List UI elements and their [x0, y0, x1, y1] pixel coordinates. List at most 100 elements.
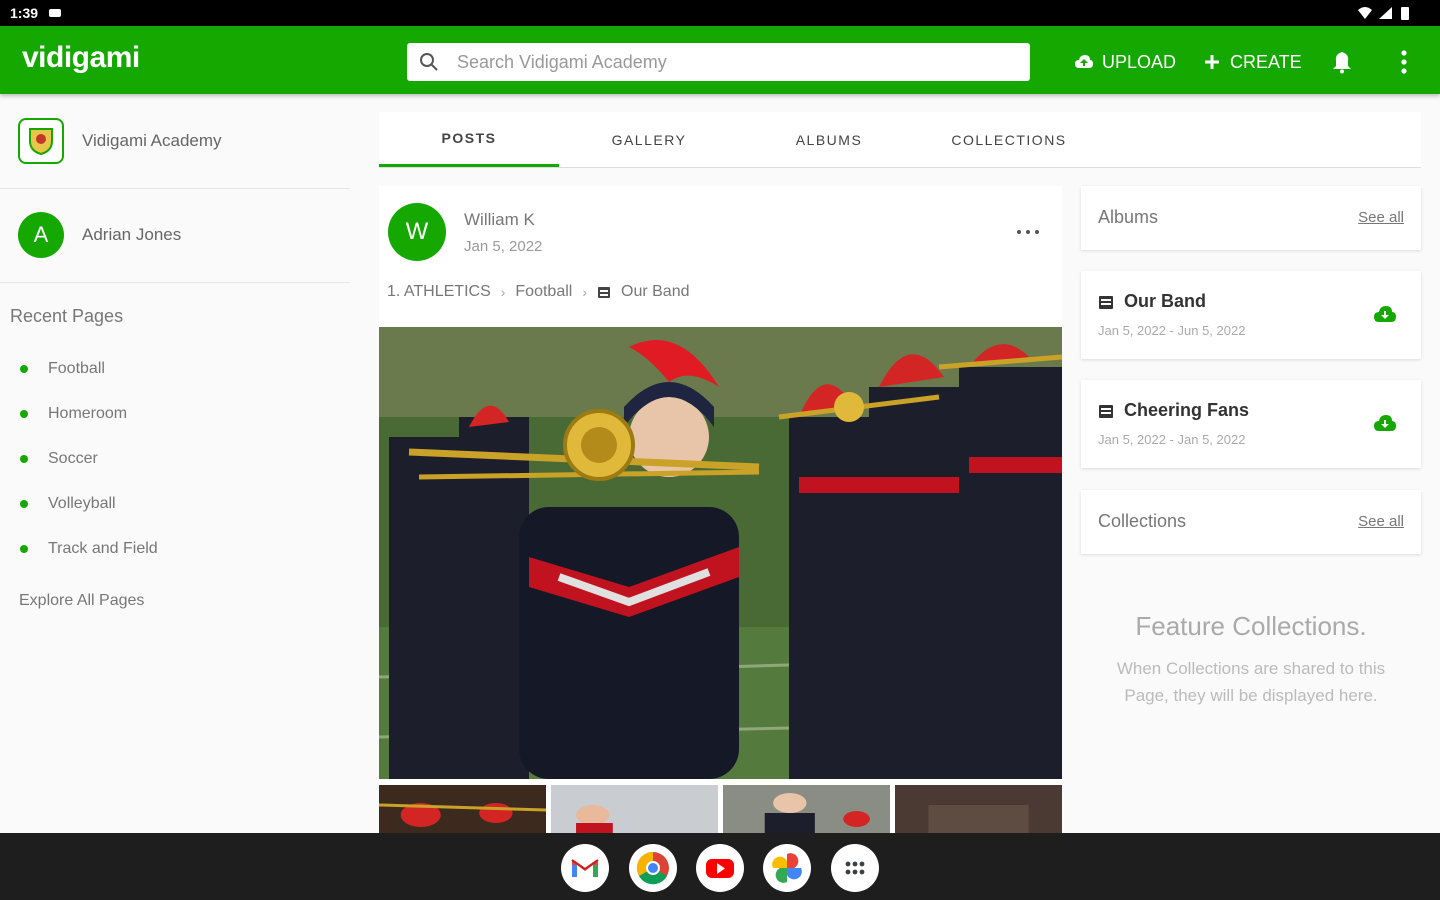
recent-page-item[interactable]: Soccer [20, 436, 158, 481]
search-bar [407, 43, 1030, 81]
upload-label: UPLOAD [1102, 51, 1177, 72]
post-date: Jan 5, 2022 [464, 238, 543, 255]
bullet-icon [20, 499, 28, 508]
photo-thumbnails [379, 785, 1062, 833]
battery-icon [1401, 7, 1409, 20]
tab-albums[interactable]: ALBUMS [739, 112, 919, 167]
empty-collections-text: When Collections are shared to this Page… [1116, 659, 1386, 705]
app-drawer-icon [845, 861, 865, 875]
sidebar-divider [0, 282, 350, 283]
notification-icon [49, 9, 61, 17]
album-title: Cheering Fans [1098, 400, 1249, 421]
album-date-range: Jan 5, 2022 - Jun 5, 2022 [1098, 323, 1246, 338]
user-profile[interactable]: A Adrian Jones [18, 212, 181, 258]
more-vert-icon[interactable] [1394, 48, 1414, 76]
recent-page-item[interactable]: Homeroom [20, 391, 158, 436]
user-avatar: A [18, 212, 64, 258]
recent-page-label: Homeroom [48, 404, 128, 422]
search-input[interactable] [457, 43, 1017, 81]
album-icon [1099, 404, 1113, 418]
albums-header-card: Albums See all [1081, 186, 1421, 250]
tab-posts[interactable]: POSTS [379, 112, 559, 167]
plus-icon [1205, 55, 1219, 69]
post-photo-marching-band[interactable] [379, 327, 1062, 779]
collections-header-card: Collections See all [1081, 490, 1421, 554]
chrome-icon [636, 851, 669, 885]
collections-see-all-link[interactable]: See all [1358, 513, 1404, 530]
tab-gallery[interactable]: GALLERY [559, 112, 739, 167]
page-tabs: POSTS GALLERY ALBUMS COLLECTIONS [379, 112, 1421, 168]
collections-title: Collections [1098, 511, 1187, 531]
signal-icon [1379, 7, 1392, 19]
album-icon [1099, 295, 1113, 309]
app-drawer[interactable] [831, 844, 879, 892]
recent-page-label: Volleyball [48, 494, 116, 512]
create-button[interactable]: CREATE [1202, 50, 1302, 74]
tab-collections[interactable]: COLLECTIONS [919, 112, 1099, 167]
photos-icon [772, 853, 802, 883]
recent-page-item[interactable]: Football [20, 346, 158, 391]
cloud-upload-icon [1075, 55, 1093, 68]
album-card[interactable]: Cheering Fans Jan 5, 2022 - Jan 5, 2022 [1081, 380, 1421, 468]
post-breadcrumb: 1. ATHLETICS › Football › Our Band [387, 283, 689, 301]
wifi-icon [1358, 7, 1372, 19]
create-label: CREATE [1230, 51, 1302, 72]
status-time: 1:39 [10, 5, 39, 21]
author-avatar[interactable]: W [388, 203, 446, 261]
photos-app[interactable] [763, 844, 811, 892]
empty-collections-title: Feature Collections. [1135, 611, 1367, 641]
org-crest-logo [18, 118, 64, 164]
org-switcher[interactable]: Vidigami Academy [18, 118, 222, 164]
bullet-icon [20, 409, 28, 418]
thumbnail-image[interactable] [551, 785, 718, 833]
chrome-app[interactable] [629, 844, 677, 892]
sidebar-divider [0, 188, 350, 189]
album-name: Cheering Fans [1124, 400, 1250, 420]
albums-see-all-link[interactable]: See all [1358, 209, 1404, 226]
bullet-icon [20, 364, 28, 373]
youtube-app[interactable] [696, 844, 744, 892]
explore-all-pages-link[interactable]: Explore All Pages [19, 592, 144, 610]
left-sidebar: Vidigami Academy A Adrian Jones Recent P… [0, 94, 360, 833]
album-name: Our Band [1124, 291, 1207, 311]
more-horiz-icon[interactable] [1013, 222, 1043, 242]
vidigami-logo[interactable]: vidigami [22, 41, 140, 75]
thumbnail-image[interactable] [379, 785, 546, 833]
recent-page-item[interactable]: Volleyball [20, 481, 158, 526]
recent-page-label: Soccer [48, 449, 98, 467]
album-icon [598, 287, 610, 298]
breadcrumb-item[interactable]: 1. ATHLETICS [387, 283, 491, 301]
album-date-range: Jan 5, 2022 - Jan 5, 2022 [1098, 432, 1246, 447]
cloud-download-icon[interactable] [1373, 303, 1397, 327]
album-card[interactable]: Our Band Jan 5, 2022 - Jun 5, 2022 [1081, 271, 1421, 359]
breadcrumb-item[interactable]: Our Band [621, 283, 689, 301]
gmail-icon [571, 859, 599, 877]
android-dock [0, 833, 1440, 900]
bullet-icon [20, 544, 28, 553]
app-bar: vidigami UPLOAD CREATE [0, 26, 1440, 94]
search-icon [420, 53, 438, 71]
chevron-right-icon: › [500, 284, 506, 300]
user-name: Adrian Jones [82, 225, 182, 244]
breadcrumb-item[interactable]: Football [515, 283, 572, 301]
youtube-icon [706, 859, 734, 878]
thumbnail-image[interactable] [723, 785, 890, 833]
recent-pages-title: Recent Pages [10, 306, 124, 326]
post-author[interactable]: William K [464, 210, 535, 230]
bell-icon[interactable] [1330, 50, 1354, 74]
recent-page-label: Track and Field [48, 539, 158, 557]
cloud-download-icon[interactable] [1373, 412, 1397, 436]
recent-page-label: Football [48, 359, 105, 377]
gmail-app[interactable] [561, 844, 609, 892]
crest-icon [29, 128, 53, 156]
chevron-right-icon: › [582, 284, 587, 300]
upload-button[interactable]: UPLOAD [1074, 50, 1176, 74]
albums-title: Albums [1098, 207, 1159, 227]
post-card: W William K Jan 5, 2022 1. ATHLETICS › F… [379, 186, 1062, 833]
thumbnail-image[interactable] [895, 785, 1062, 833]
recent-page-item[interactable]: Track and Field [20, 526, 158, 571]
org-name: Vidigami Academy [82, 131, 222, 150]
album-title: Our Band [1098, 291, 1206, 312]
recent-pages-list: Football Homeroom Soccer Volleyball Trac… [20, 346, 158, 571]
status-bar: 1:39 [0, 0, 1440, 26]
